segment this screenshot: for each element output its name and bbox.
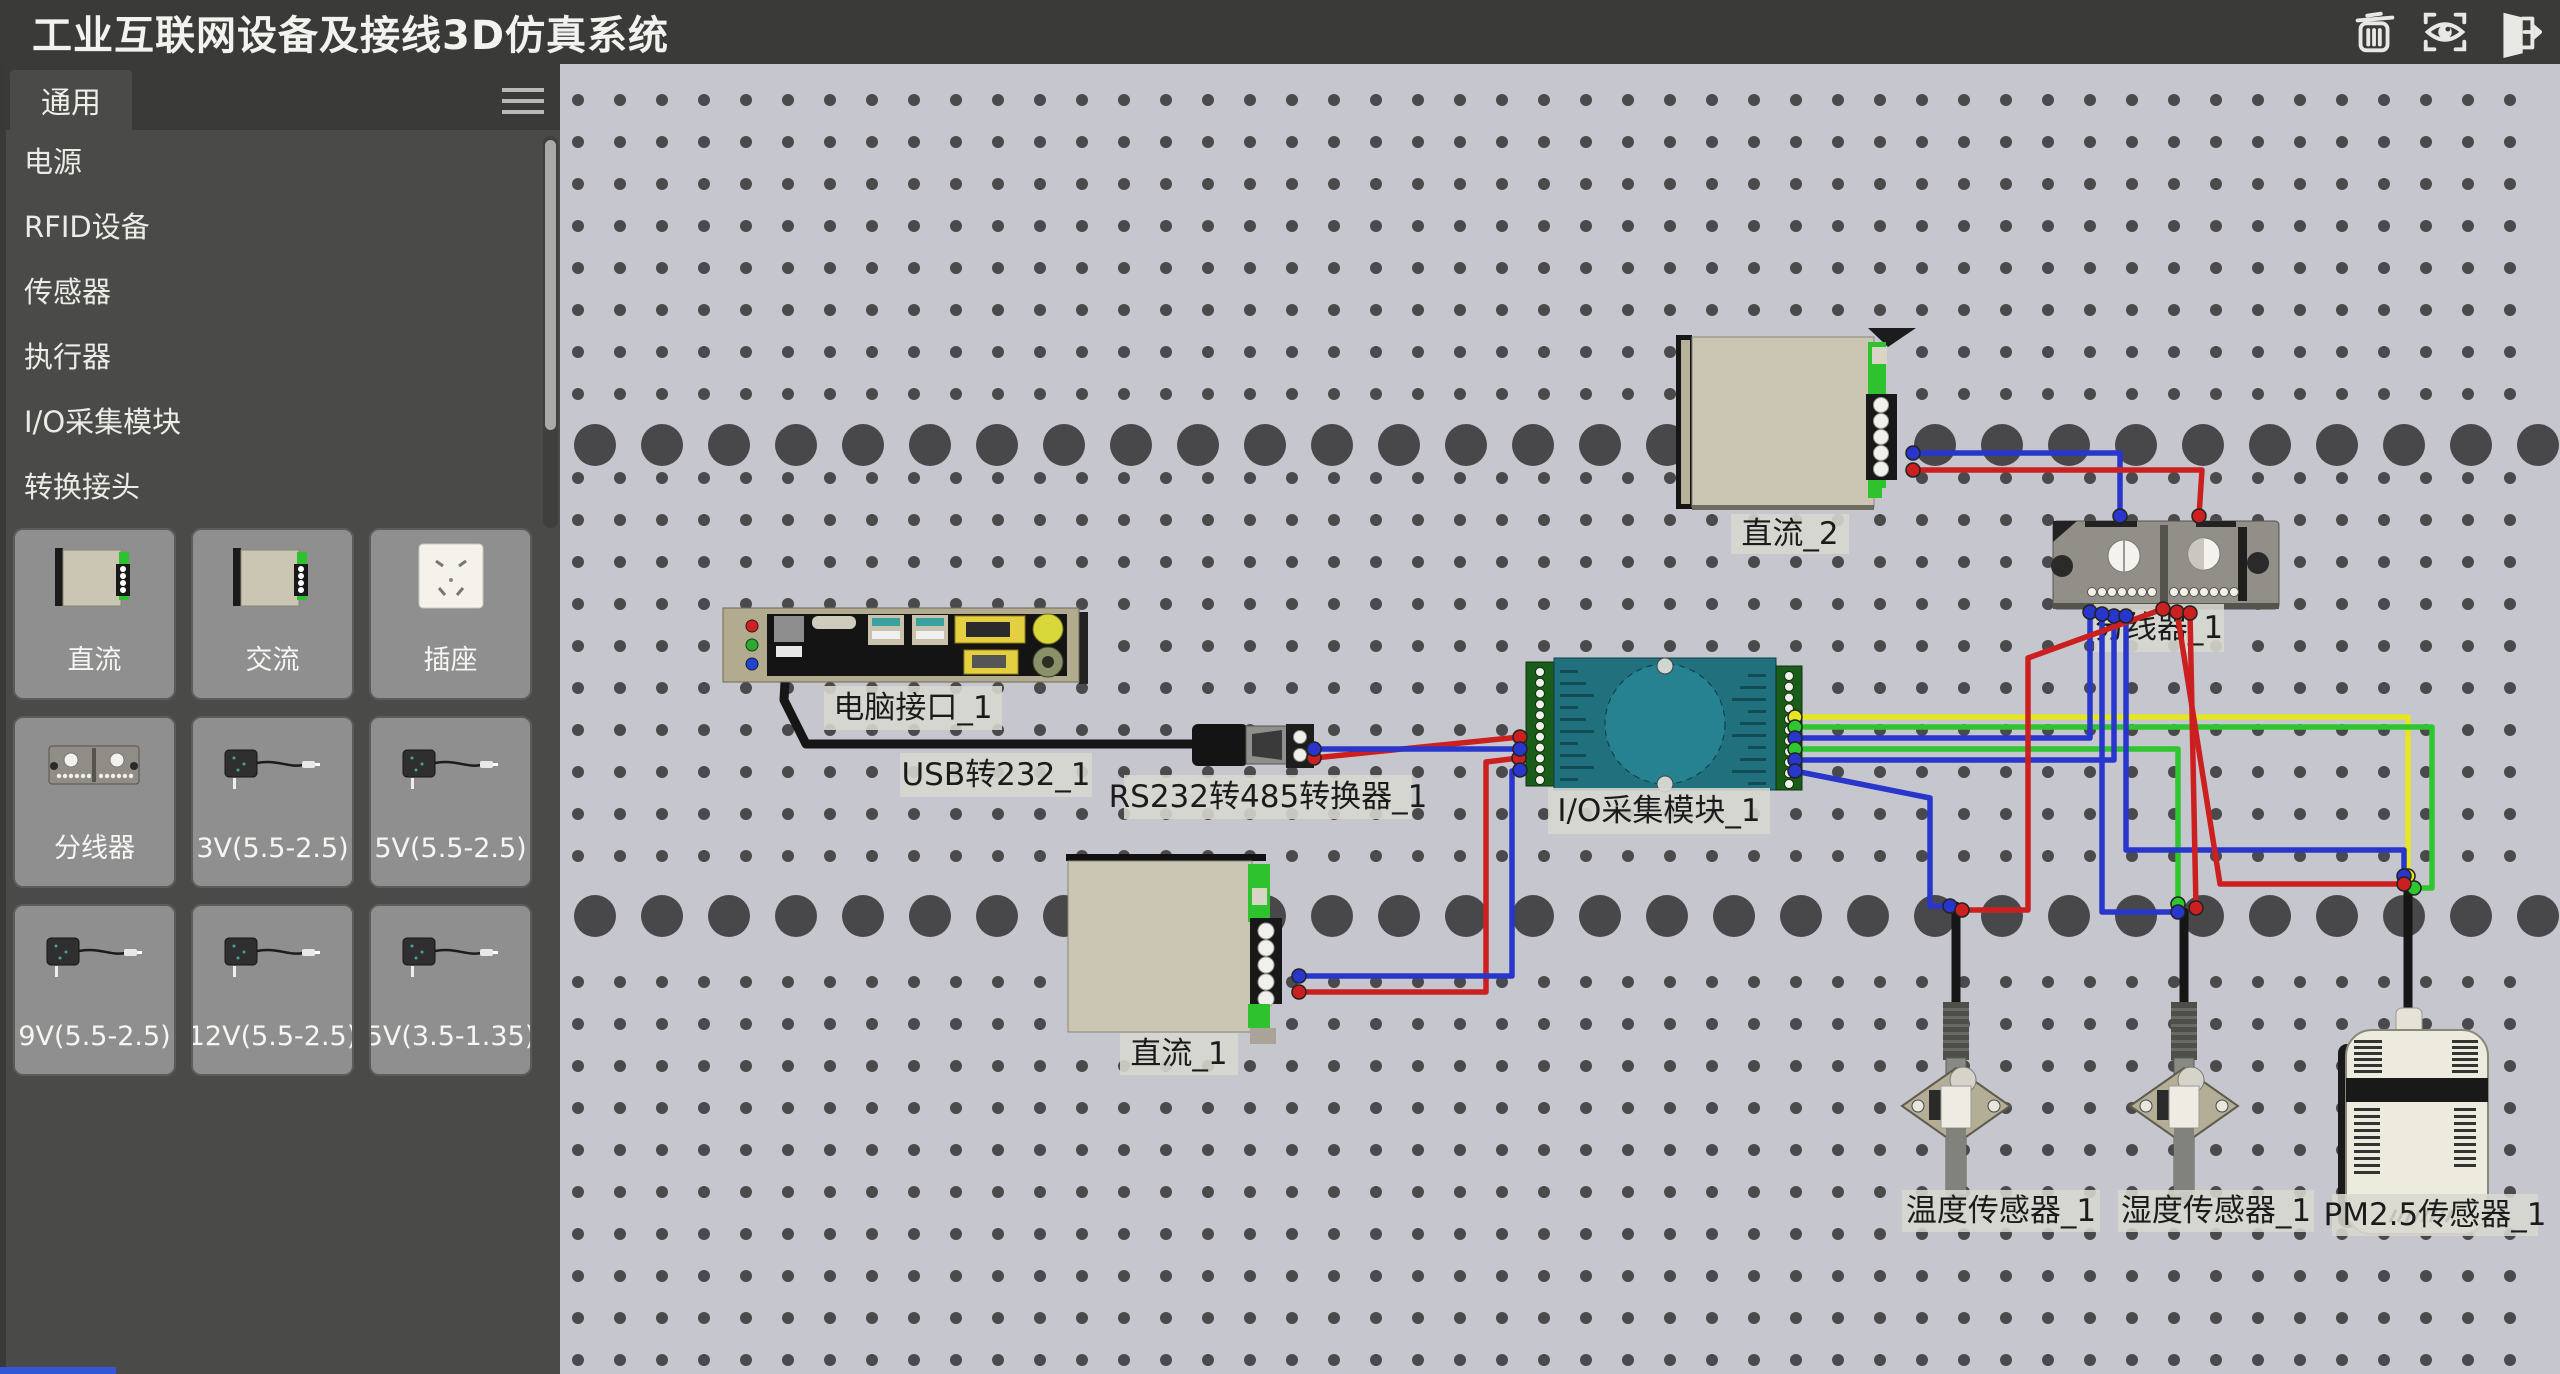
adapter-thumbnail bbox=[191, 906, 354, 1024]
sidebar-menu-item[interactable]: RFID设备 bbox=[0, 195, 540, 260]
palette-card-psu[interactable]: 交流 bbox=[191, 528, 354, 700]
palette-card-label: 直流 bbox=[68, 646, 122, 676]
svg-text:PM2.5传感器_1: PM2.5传感器_1 bbox=[2324, 1197, 2547, 1233]
tab-general[interactable]: 通用 bbox=[10, 70, 132, 130]
palette-card-label: 12V(5.5-2.5) bbox=[191, 1022, 354, 1052]
palette-card-label: 5V(3.5-1.35) bbox=[369, 1022, 532, 1052]
svg-text:USB转232_1: USB转232_1 bbox=[901, 757, 1090, 793]
view-focus-icon[interactable] bbox=[2418, 5, 2472, 59]
tab-label: 通用 bbox=[41, 78, 101, 122]
device-label: 直流_1 bbox=[1120, 1033, 1238, 1075]
wire-red[interactable] bbox=[2177, 612, 2404, 884]
palette-card-adapter[interactable]: 9V(5.5-2.5) bbox=[13, 904, 176, 1076]
device-io-module[interactable] bbox=[1526, 658, 1802, 792]
sidebar-menu-item[interactable]: 转换接头 bbox=[0, 455, 540, 520]
svg-text:直流_1: 直流_1 bbox=[1130, 1036, 1227, 1072]
palette-card-adapter[interactable]: 5V(3.5-1.35) bbox=[369, 904, 532, 1076]
device-label: 直流_2 bbox=[1731, 514, 1849, 554]
category-menu: 电源RFID设备传感器执行器I/O采集模块转换接头 bbox=[0, 130, 540, 520]
device-label: PM2.5传感器_1 bbox=[2324, 1194, 2547, 1236]
palette-card-label: 交流 bbox=[246, 646, 300, 676]
svg-text:湿度传感器_1: 湿度传感器_1 bbox=[2121, 1193, 2311, 1229]
splitter-thumbnail bbox=[13, 718, 176, 836]
svg-text:I/O采集模块_1: I/O采集模块_1 bbox=[1557, 793, 1760, 829]
tab-bar: 通用 bbox=[0, 64, 560, 130]
title-bar: 工业互联网设备及接线3D仿真系统 bbox=[0, 0, 2560, 64]
palette-card-splitter[interactable]: 分线器 bbox=[13, 716, 176, 888]
delete-icon[interactable] bbox=[2348, 5, 2402, 59]
palette-card-label: 5V(5.5-2.5) bbox=[374, 834, 526, 864]
palette-card-psu[interactable]: 直流 bbox=[13, 528, 176, 700]
adapter-thumbnail bbox=[191, 718, 354, 836]
device-humidity-sensor[interactable] bbox=[2130, 1002, 2238, 1204]
sidebar-menu-item[interactable]: I/O采集模块 bbox=[0, 390, 540, 455]
device-dc-power-1[interactable] bbox=[1066, 854, 1282, 1044]
adapter-thumbnail bbox=[13, 906, 176, 1024]
device-library-panel: 通用 电源RFID设备传感器执行器I/O采集模块转换接头 直流 交流 插座 bbox=[0, 64, 560, 1374]
socket-thumbnail bbox=[369, 530, 532, 648]
palette-card-label: 插座 bbox=[424, 646, 478, 676]
menu-scrollbar[interactable] bbox=[543, 136, 558, 528]
device-label: 温度传感器_1 bbox=[1902, 1190, 2100, 1232]
menu-icon[interactable] bbox=[502, 88, 544, 116]
wire-red[interactable] bbox=[2190, 613, 2196, 908]
device-pc-port-panel[interactable] bbox=[723, 608, 1088, 684]
device-label: 电脑接口_1 bbox=[824, 686, 1002, 730]
palette-card-adapter[interactable]: 5V(5.5-2.5) bbox=[369, 716, 532, 888]
wire-green[interactable] bbox=[1795, 749, 2178, 904]
sidebar-menu-item[interactable]: 执行器 bbox=[0, 325, 540, 390]
device-splitter[interactable] bbox=[2051, 521, 2279, 609]
wire-blue[interactable] bbox=[1795, 771, 1950, 906]
exit-icon[interactable] bbox=[2488, 5, 2542, 59]
device-palette: 直流 交流 插座 分线器 3V(5.5-2.5) 5V(5.5-2.5) bbox=[13, 528, 547, 1076]
sidebar-menu-item[interactable]: 电源 bbox=[0, 130, 540, 195]
device-dc-power-2[interactable] bbox=[1676, 328, 1916, 510]
bottom-accent-bar bbox=[0, 1367, 116, 1374]
palette-card-label: 9V(5.5-2.5) bbox=[18, 1022, 170, 1052]
svg-text:直流_2: 直流_2 bbox=[1741, 516, 1838, 552]
palette-card-adapter[interactable]: 12V(5.5-2.5) bbox=[191, 904, 354, 1076]
device-label: I/O采集模块_1 bbox=[1548, 788, 1770, 834]
adapter-thumbnail bbox=[369, 906, 532, 1024]
sidebar-menu-item[interactable]: 传感器 bbox=[0, 260, 540, 325]
device-label: USB转232_1 bbox=[900, 753, 1092, 797]
palette-card-label: 分线器 bbox=[54, 834, 135, 864]
palette-card-socket[interactable]: 插座 bbox=[369, 528, 532, 700]
psu-thumbnail bbox=[13, 530, 176, 648]
svg-text:RS232转485转换器_1: RS232转485转换器_1 bbox=[1109, 779, 1428, 815]
app-title: 工业互联网设备及接线3D仿真系统 bbox=[32, 3, 669, 61]
device-temperature-sensor[interactable] bbox=[1902, 1002, 2010, 1204]
wire-blue[interactable] bbox=[2126, 616, 2404, 876]
wire-red[interactable] bbox=[1913, 470, 2202, 516]
device-label: RS232转485转换器_1 bbox=[1109, 775, 1428, 819]
device-label: 湿度传感器_1 bbox=[2118, 1190, 2314, 1232]
adapter-thumbnail bbox=[369, 718, 532, 836]
scrollbar-thumb[interactable] bbox=[545, 140, 556, 430]
svg-text:电脑接口_1: 电脑接口_1 bbox=[833, 690, 992, 726]
palette-card-label: 3V(5.5-2.5) bbox=[196, 834, 348, 864]
device-usb-to-232[interactable] bbox=[1192, 724, 1314, 768]
palette-card-adapter[interactable]: 3V(5.5-2.5) bbox=[191, 716, 354, 888]
psu-thumbnail bbox=[191, 530, 354, 648]
svg-text:温度传感器_1: 温度传感器_1 bbox=[1906, 1193, 2096, 1229]
